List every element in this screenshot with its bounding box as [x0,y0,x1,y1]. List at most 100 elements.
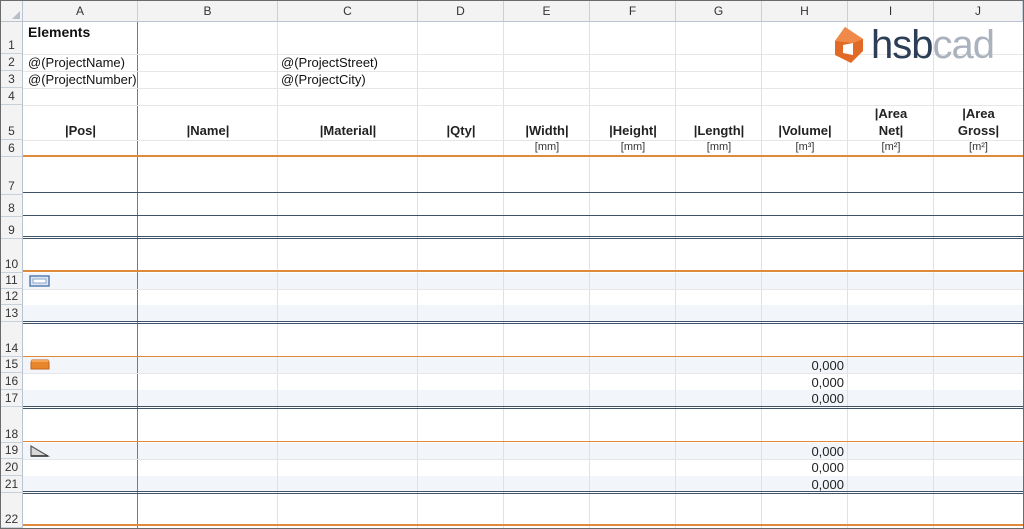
volume-cell[interactable]: 0,000 [762,358,844,373]
row-number: 20 [4,460,19,474]
column-header-i[interactable]: I [848,1,934,22]
gridline [589,22,590,528]
row-band-17 [23,390,1023,406]
gridline [675,22,676,528]
row-number: 16 [4,374,19,388]
row-header-20[interactable]: 20 [1,459,23,476]
logo-text-cad: cad [932,23,995,67]
unit-length: [mm] [706,141,732,153]
row-number: 11 [5,273,18,287]
header-height: |Height| [609,123,657,138]
row-number: 15 [4,357,19,371]
row-header-16[interactable]: 16 [1,373,23,390]
sheet-title: Elements [28,24,91,40]
row-header-19[interactable]: 19 [1,443,23,459]
header-area-gross-line1: |Area [962,106,995,121]
row-header-4[interactable]: 4 [1,88,23,105]
gridline [503,22,504,528]
hsbcad-logo-icon [835,27,863,63]
unit-volume: [m³] [795,141,815,153]
row-header-7[interactable]: 7 [1,157,23,195]
header-volume: |Volume| [778,123,832,138]
volume-cell[interactable]: 0,000 [762,477,844,492]
row-header-22[interactable]: 22 [1,493,23,528]
gridline [417,22,418,528]
header-area-gross-line2: Gross| [957,123,1000,138]
gridline [23,289,1023,290]
row-header-2[interactable]: 2 [1,54,23,71]
row-number: 22 [4,512,19,526]
row-rule [23,236,1023,239]
row-number: 14 [4,341,19,355]
project-number-cell[interactable]: @(ProjectNumber) [28,72,137,87]
row-header-15[interactable]: 15 [1,357,23,373]
hsbcad-logo: hsbcad [831,23,995,67]
row-header-3[interactable]: 3 [1,71,23,88]
row-header-12[interactable]: 12 [1,289,23,305]
row-header-6[interactable]: 6 [1,140,23,157]
logo-wordmark: hsbcad [871,23,995,68]
gridline [847,22,848,528]
gridline [23,373,1023,374]
row-header-18[interactable]: 18 [1,407,23,443]
row-number: 12 [4,289,19,303]
gridline [933,22,934,528]
gridline [23,459,1023,460]
row-number: 13 [4,306,19,320]
logo-text-hsb: hsb [871,23,933,67]
row-band-21 [23,476,1023,492]
project-name-cell[interactable]: @(ProjectName) [28,55,125,70]
row-band-11 [23,273,1023,289]
project-city-cell[interactable]: @(ProjectCity) [281,72,366,87]
row-header-1[interactable]: 1 [1,22,23,54]
row-band-13 [23,305,1023,321]
column-header-a[interactable]: A [23,1,138,22]
row-header-21[interactable]: 21 [1,476,23,493]
row-number: 17 [4,391,19,405]
column-header-h[interactable]: H [762,1,848,22]
beam-element-icon [30,359,50,370]
header-qty: |Qty| [446,123,476,138]
gridline [277,22,278,528]
header-length: |Length| [693,123,745,138]
column-header-f[interactable]: F [590,1,676,22]
row-header-10[interactable]: 10 [1,239,23,273]
row-number: 18 [4,427,19,441]
column-header-b[interactable]: B [138,1,278,22]
unit-area-gross: [m²] [969,141,988,153]
row-number: 5 [8,124,15,138]
row-number: 19 [4,443,19,457]
column-divider-a [137,22,138,528]
row-header-9[interactable]: 9 [1,217,23,239]
column-header-c[interactable]: C [278,1,418,22]
row-band-15 [23,357,1023,373]
volume-cell[interactable]: 0,000 [762,460,844,475]
row-number: 3 [8,72,15,86]
row-header-11[interactable]: 11 [1,273,23,289]
volume-cell[interactable]: 0,000 [762,391,844,406]
gridline [23,71,1023,72]
column-header-j[interactable]: J [934,1,1023,22]
section-rule [23,155,1023,157]
column-header-g[interactable]: G [676,1,762,22]
row-number: 21 [4,477,19,491]
row-rule [23,192,1023,193]
row-number: 1 [8,38,15,52]
header-area-net-line2: Net| [878,123,904,138]
volume-cell[interactable]: 0,000 [762,375,844,390]
select-all-corner[interactable] [1,1,23,22]
column-header-e[interactable]: E [504,1,590,22]
project-street-cell[interactable]: @(ProjectStreet) [281,55,378,70]
row-header-17[interactable]: 17 [1,390,23,407]
row-header-14[interactable]: 14 [1,322,23,357]
row-header-13[interactable]: 13 [1,305,23,322]
row-header-5[interactable]: 5 [1,105,23,140]
row-number: 2 [8,55,15,69]
section-rule [23,356,1023,357]
row-number: 8 [8,201,15,215]
row-header-8[interactable]: 8 [1,195,23,217]
gridline [23,88,1023,89]
header-name: |Name| [186,123,230,138]
column-header-d[interactable]: D [418,1,504,22]
volume-cell[interactable]: 0,000 [762,444,844,459]
